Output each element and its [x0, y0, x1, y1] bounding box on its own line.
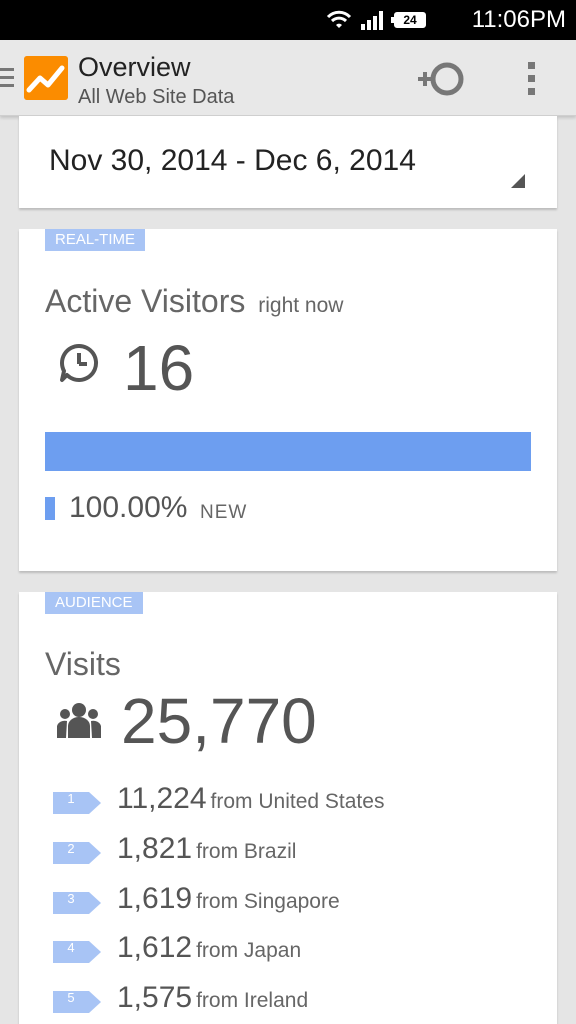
- country-visits: 11,224 from United States: [117, 782, 384, 816]
- country-visits-value: 1,612: [117, 931, 193, 964]
- battery-level: 24: [403, 13, 417, 27]
- country-name: from Ireland: [196, 989, 309, 1012]
- add-segment-icon[interactable]: [414, 58, 468, 100]
- date-range-text: Nov 30, 2014 - Dec 6, 2014: [49, 144, 416, 177]
- realtime-card[interactable]: REAL-TIME Active Visitors right now 16 1…: [19, 229, 557, 571]
- overflow-menu-icon[interactable]: [516, 60, 546, 98]
- app-bar: Overview All Web Site Data: [0, 40, 576, 116]
- visits-count: 25,770: [121, 685, 317, 757]
- app-title: Overview: [78, 52, 191, 82]
- wifi-icon: [326, 10, 352, 28]
- country-visits-value: 1,821: [117, 832, 193, 865]
- audience-card[interactable]: AUDIENCE Visits 25,770 1 11,224 from Unit…: [19, 592, 557, 1024]
- country-name: from Singapore: [196, 890, 340, 913]
- active-visitors-count: 16: [123, 332, 195, 404]
- realtime-tag: REAL-TIME: [45, 229, 146, 251]
- analytics-logo[interactable]: [24, 56, 68, 100]
- hamburger-icon[interactable]: [0, 68, 14, 88]
- people-icon: [57, 703, 101, 738]
- country-name: from United States: [210, 790, 385, 813]
- country-visits-value: 1,575: [117, 981, 193, 1014]
- new-percent: 100.00%: [69, 491, 188, 524]
- rank-number: 1: [67, 791, 75, 806]
- country-visits-value: 1,619: [117, 882, 193, 915]
- visits-title: Visits: [45, 646, 121, 682]
- rank-number: 2: [67, 841, 75, 856]
- audience-tag: AUDIENCE: [45, 592, 143, 614]
- status-clock: 11:06PM: [471, 6, 566, 33]
- date-range-selector[interactable]: Nov 30, 2014 - Dec 6, 2014: [19, 116, 557, 208]
- country-visits: 1,612 from Japan: [117, 931, 301, 965]
- country-visits-value: 11,224: [117, 782, 207, 815]
- new-label: NEW: [200, 502, 248, 523]
- country-visits: 1,619 from Singapore: [117, 882, 340, 916]
- status-bar: 24 11:06PM: [0, 0, 576, 40]
- rank-number: 4: [67, 940, 75, 955]
- clock-icon: [60, 343, 99, 382]
- right-now-label: right now: [258, 294, 344, 317]
- rank-number: 3: [67, 891, 75, 906]
- battery-icon: 24: [391, 12, 426, 28]
- new-visitors-bar: [45, 432, 531, 471]
- dropdown-arrow-icon: [511, 174, 525, 188]
- country-name: from Brazil: [196, 840, 297, 863]
- active-visitors-title: Active Visitors right now: [45, 283, 343, 320]
- rank-number: 5: [67, 990, 75, 1005]
- signal-icon: [361, 11, 383, 30]
- country-visits: 1,821 from Brazil: [117, 832, 296, 866]
- app-subtitle[interactable]: All Web Site Data: [78, 86, 234, 109]
- new-legend-swatch: [45, 497, 55, 520]
- status-icons: 24: [326, 9, 426, 31]
- country-name: from Japan: [196, 939, 302, 962]
- country-visits: 1,575 from Ireland: [117, 981, 308, 1015]
- active-visitors-label: Active Visitors: [45, 283, 246, 319]
